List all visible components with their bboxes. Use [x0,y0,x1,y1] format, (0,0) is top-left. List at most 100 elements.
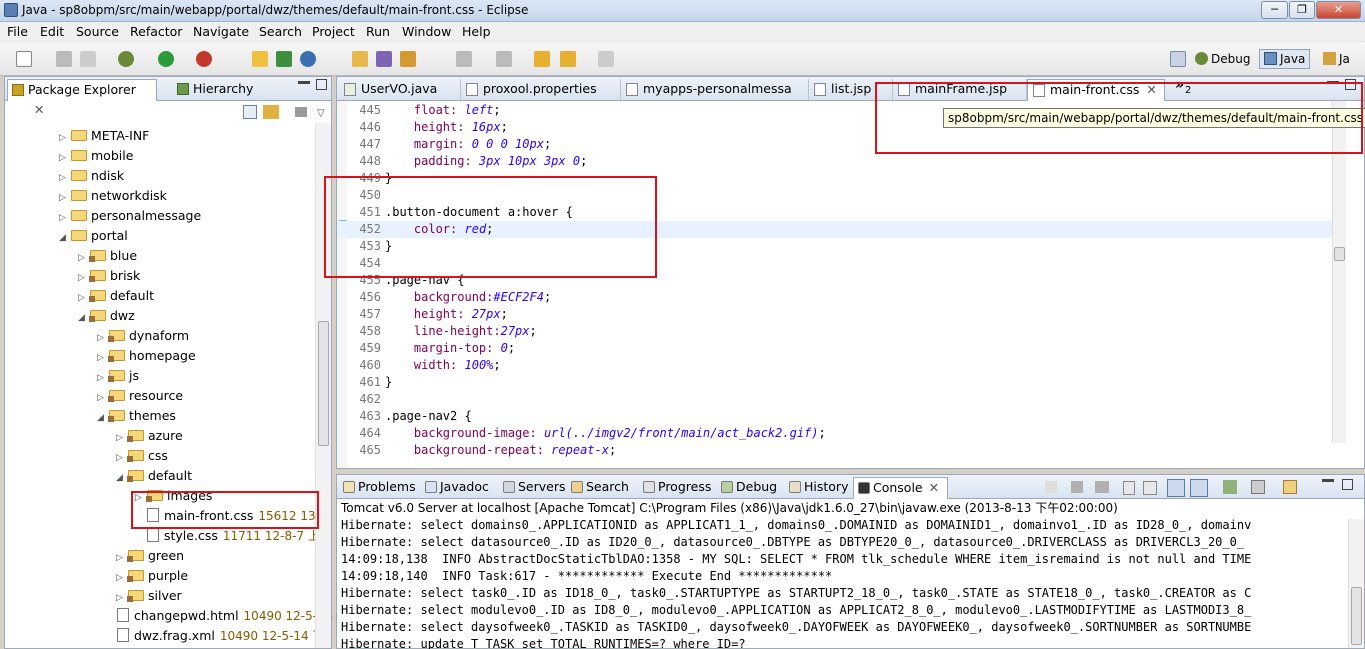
expand-icon[interactable]: ▷ [59,168,69,188]
display-console-icon[interactable] [1251,480,1265,494]
tab-progress[interactable]: Progress [639,477,711,499]
tree-item-brisk[interactable]: ▷ brisk [78,266,140,286]
search-icon[interactable] [400,51,416,67]
back-icon[interactable] [560,51,576,67]
collapse-all-icon[interactable] [243,105,257,119]
console-scrollbar-thumb[interactable] [1351,587,1362,645]
open-console-icon[interactable] [1283,480,1297,494]
open-perspective-icon[interactable] [1170,51,1186,67]
collapse-icon[interactable]: ◢ [97,408,107,428]
tree-item-themes[interactable]: ◢ themes [97,406,176,426]
menu-file[interactable]: File [7,24,28,39]
terminate-icon[interactable] [1071,481,1083,493]
tree-item-default[interactable]: ▷ default [78,286,154,306]
tab-javadoc[interactable]: Javadoc [421,477,489,499]
scroll-lock-icon[interactable] [1123,481,1135,495]
view-menu-icon[interactable] [295,107,307,117]
next-annotation-icon[interactable] [456,51,472,67]
tab-debug[interactable]: Debug [717,477,777,499]
run-icon[interactable] [158,51,174,67]
menu-edit[interactable]: Edit [40,24,64,39]
expand-icon[interactable]: ▷ [97,328,107,348]
menu-source[interactable]: Source [76,24,119,39]
show-on-stderr-icon[interactable] [1190,479,1208,497]
tree-item-green[interactable]: ▷ green [116,546,184,566]
new-icon[interactable] [16,51,32,67]
expand-icon[interactable]: ▷ [59,208,69,228]
minimize-button[interactable]: ─ [1261,1,1288,19]
collapse-icon[interactable]: ◢ [78,308,88,328]
close-tab-icon[interactable]: ✕ [929,480,939,495]
perspective-debug[interactable]: Debug [1190,49,1255,69]
last-edit-icon[interactable] [534,51,550,67]
tree-item-default-theme[interactable]: ◢ default [116,466,192,486]
tab-hierarchy[interactable]: Hierarchy [173,79,257,101]
tree-item-dwz-frag-xml[interactable]: dwz.frag.xml 10490 12-5-14 下 [115,626,325,646]
tree-item-meta-inf[interactable]: ▷ META-INF [59,126,149,146]
prev-annotation-icon[interactable] [496,51,512,67]
menu-navigate[interactable]: Navigate [193,24,249,39]
explorer-scrollbar-thumb[interactable] [318,321,329,446]
open-type-icon[interactable] [352,51,368,67]
tree-item-purple[interactable]: ▷ purple [116,566,188,586]
menu-refactor[interactable]: Refactor [130,24,182,39]
link-with-editor-icon[interactable] [263,105,279,119]
remove-launches-icon[interactable] [1095,481,1109,493]
tree-item-silver[interactable]: ▷ silver [116,586,182,606]
tab-search[interactable]: Search [567,477,629,499]
tab-myapps-personalmessa[interactable]: myapps-personalmessa [621,79,809,101]
expand-icon[interactable]: ▷ [116,548,126,568]
tree-item-portal[interactable]: ◢ portal [59,226,128,246]
expand-icon[interactable]: ▷ [116,588,126,608]
expand-icon[interactable]: ▷ [78,288,88,308]
maximize-view-icon[interactable] [316,79,327,90]
tree-item-dynaform[interactable]: ▷ dynaform [97,326,189,346]
new-java-project-icon[interactable] [252,51,268,67]
debug-bug-icon[interactable] [118,51,134,67]
menu-help[interactable]: Help [462,24,491,39]
forward-icon[interactable] [598,51,614,67]
new-class-icon[interactable] [300,51,316,67]
tree-item-dwz[interactable]: ◢ dwz [78,306,135,326]
tree-item-homepage[interactable]: ▷ homepage [97,346,196,366]
expand-icon[interactable]: ▷ [78,268,88,288]
word-wrap-icon[interactable] [1143,481,1157,495]
minimize-view-icon[interactable] [298,81,310,84]
tab-proxool-properties[interactable]: proxool.properties [461,79,621,101]
external-tools-icon[interactable] [196,51,212,67]
tree-item-networkdisk[interactable]: ▷ networkdisk [59,186,167,206]
close-tab-icon[interactable]: ✕ [34,102,44,117]
tab-uservo-java[interactable]: UserVO.java [339,79,461,101]
new-package-icon[interactable] [276,51,292,67]
tab-package-explorer[interactable]: Package Explorer ✕ [7,79,157,117]
maximize-button[interactable]: ❐ [1289,1,1315,19]
tab-servers[interactable]: Servers [499,477,566,499]
expand-icon[interactable]: ▷ [59,148,69,168]
tree-item-ndisk[interactable]: ▷ ndisk [59,166,124,186]
expand-icon[interactable]: ▷ [116,448,126,468]
tab-console[interactable]: Console ✕ [853,477,948,499]
editor-scrollbar-thumb[interactable] [1334,247,1345,261]
collapse-icon[interactable]: ◢ [116,468,126,488]
tree-item-css[interactable]: ▷ css [116,446,168,466]
expand-icon[interactable]: ▷ [97,388,107,408]
tab-problems[interactable]: Problems [339,477,416,499]
console-scrollbar[interactable] [1348,519,1364,648]
expand-icon[interactable]: ▷ [59,128,69,148]
print-icon[interactable] [80,51,96,67]
menu-search[interactable]: Search [259,24,302,39]
view-menu-chevron-icon[interactable]: ▽ [317,108,325,119]
close-button[interactable]: ✕ [1316,1,1361,19]
perspective-ja[interactable]: Ja [1318,49,1355,69]
perspective-java[interactable]: Java [1259,49,1311,69]
collapse-icon[interactable]: ◢ [59,228,69,248]
expand-icon[interactable]: ▷ [116,568,126,588]
tree-item-changepwd-html[interactable]: changepwd.html 10490 12-5-14 [115,606,332,626]
expand-icon[interactable]: ▷ [78,248,88,268]
tab-history[interactable]: History [785,477,848,499]
menu-project[interactable]: Project [312,24,355,39]
pin-console-icon[interactable] [1223,480,1237,494]
tree-item-personalmessage[interactable]: ▷ personalmessage [59,206,201,226]
minimize-console-icon[interactable] [1322,479,1334,482]
expand-icon[interactable]: ▷ [116,428,126,448]
